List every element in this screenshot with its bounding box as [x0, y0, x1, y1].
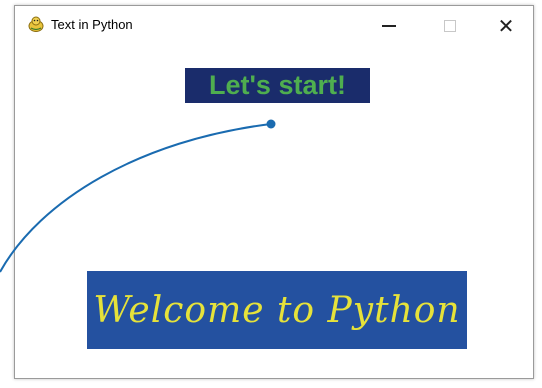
- close-icon: ✕: [497, 14, 515, 38]
- pygame-canvas[interactable]: Let's start! Welcome to Python: [15, 46, 533, 378]
- minimize-button[interactable]: [366, 6, 412, 46]
- welcome-text: Welcome to Python: [93, 289, 461, 331]
- maximize-button[interactable]: [427, 6, 473, 46]
- minimize-icon: [382, 25, 396, 27]
- lets-start-text: Let's start!: [209, 70, 346, 100]
- window-title: Text in Python: [51, 17, 133, 32]
- welcome-banner: Welcome to Python: [87, 271, 467, 349]
- close-button[interactable]: ✕: [483, 6, 529, 46]
- lets-start-banner: Let's start!: [185, 68, 370, 103]
- screenshot-page: Text in Python ✕ Let's start! Welcome to…: [0, 0, 542, 388]
- pygame-snake-icon: [27, 15, 45, 33]
- app-window: Text in Python ✕ Let's start! Welcome to…: [14, 5, 534, 379]
- maximize-icon: [444, 20, 456, 32]
- title-bar[interactable]: Text in Python ✕: [15, 6, 533, 46]
